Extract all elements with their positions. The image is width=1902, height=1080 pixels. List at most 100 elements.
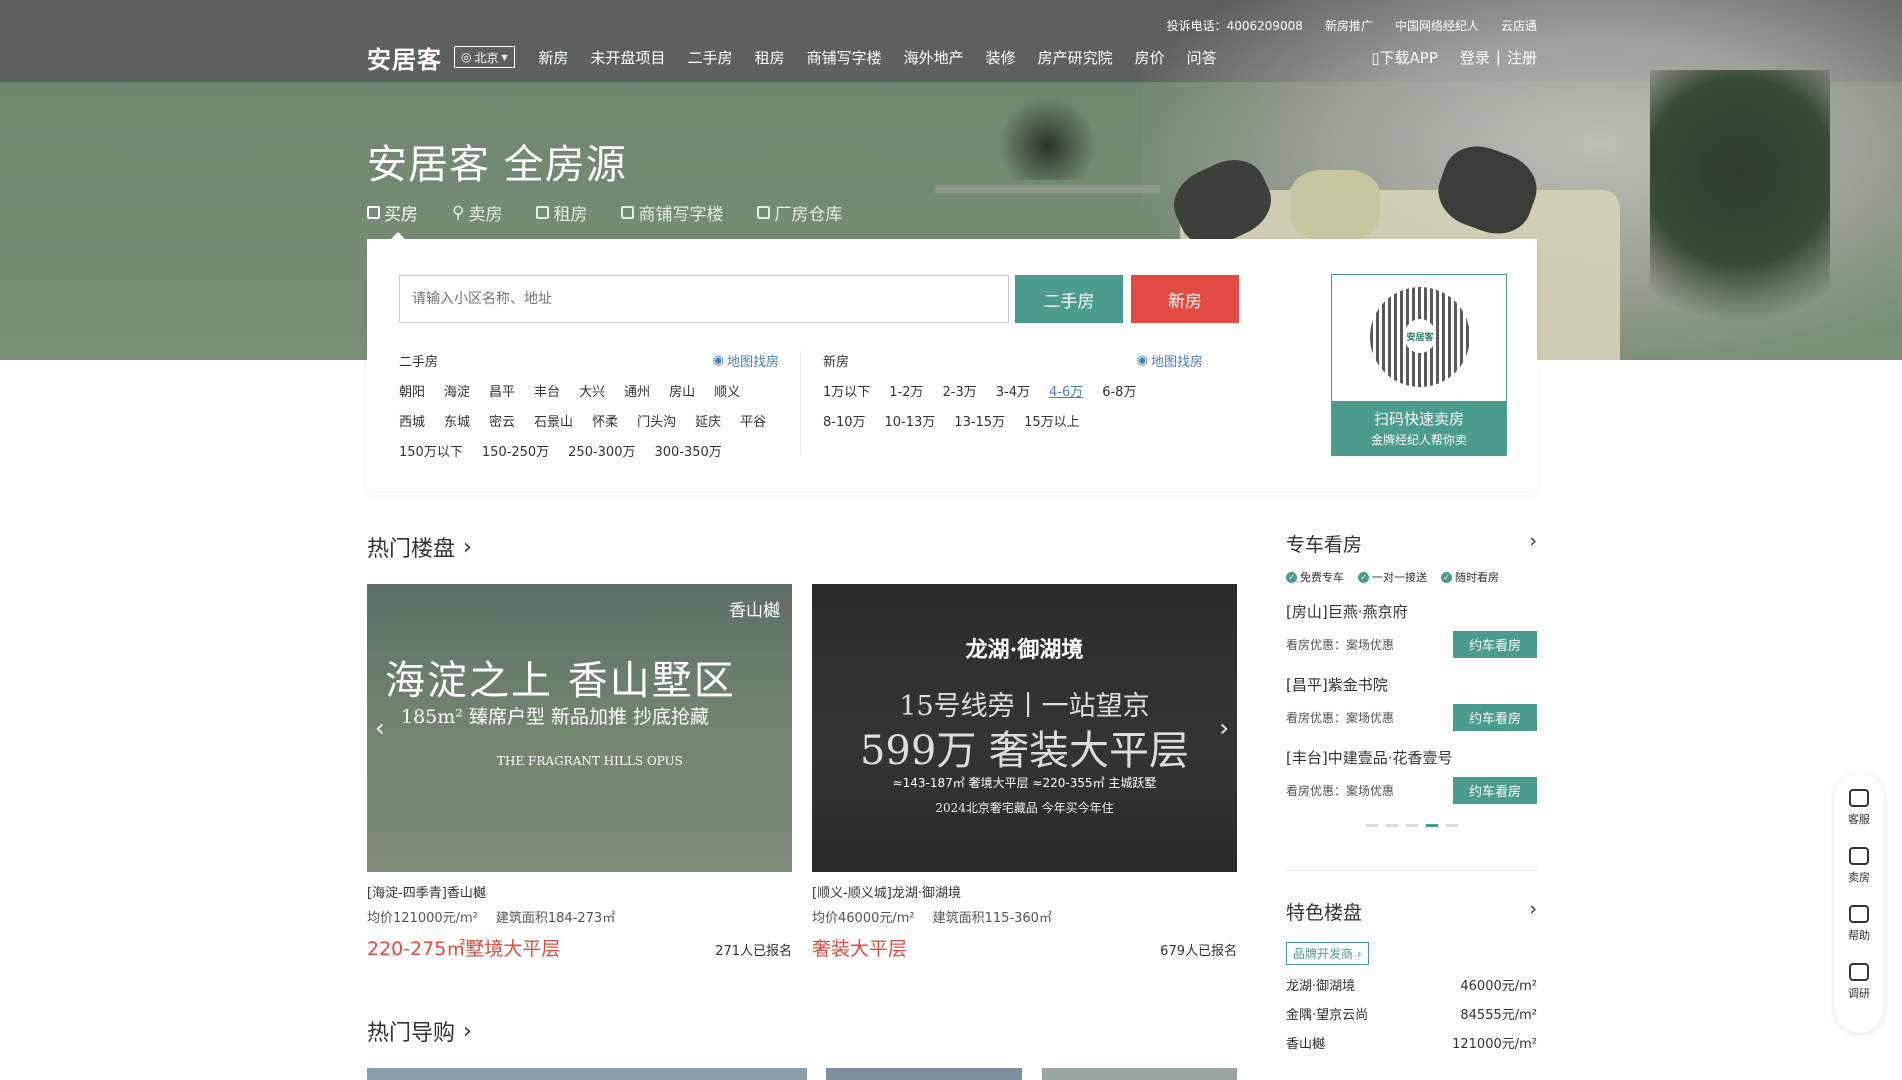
carousel-dot-active[interactable]	[1425, 824, 1438, 827]
register-link[interactable]: 注册	[1507, 47, 1537, 68]
nav-item-decoration[interactable]: 装修	[986, 47, 1016, 68]
nav-item-commercial[interactable]: 商铺写字楼	[807, 47, 882, 68]
unit-price-link[interactable]: 15万以上	[1024, 411, 1080, 430]
listing-image[interactable]: 香山樾 海淀之上 香山墅区 185m² 臻席户型 新品加推 抄底抢藏 THE F…	[367, 584, 792, 872]
guide-image[interactable]	[367, 1068, 807, 1080]
featured-price: 84555元/m²	[1460, 1008, 1537, 1023]
tab-sell[interactable]: ⚲ 卖房	[452, 200, 502, 226]
util-link-store[interactable]: 云店通	[1501, 17, 1537, 34]
side-item-survey[interactable]: 调研	[1848, 963, 1870, 1001]
unit-price-link[interactable]: 6-8万	[1102, 381, 1136, 400]
nav-item-resale[interactable]: 二手房	[688, 47, 733, 68]
book-car-button[interactable]: 约车看房	[1453, 704, 1537, 731]
tab-rent[interactable]: 租房	[536, 200, 587, 225]
carousel-prev-icon[interactable]: ‹	[375, 714, 385, 742]
carousel-dot[interactable]	[1365, 824, 1378, 827]
price-range-link[interactable]: 250-300万	[568, 441, 635, 460]
carousel-dot[interactable]	[1445, 824, 1458, 827]
unit-price-link[interactable]: 13-15万	[954, 411, 1005, 430]
listing-banner-specs: ≈143-187㎡ 奢境大平层 ≈220-355㎡ 主城跃墅	[892, 776, 1157, 790]
featured-item[interactable]: 龙湖·御湖境 46000元/m²	[1286, 975, 1537, 994]
nav-item-price[interactable]: 房价	[1135, 47, 1165, 68]
featured-item[interactable]: 香山樾 121000元/m²	[1286, 1033, 1537, 1052]
district-link[interactable]: 房山	[669, 381, 695, 400]
new-map-link[interactable]: ◉ 地图找房	[1137, 351, 1203, 370]
guide-image[interactable]	[1042, 1068, 1237, 1080]
logo[interactable]: 安居客	[367, 40, 442, 75]
headset-icon	[1849, 789, 1869, 807]
tab-factory[interactable]: 厂房仓库	[757, 200, 842, 225]
unit-price-link[interactable]: 4-6万	[1049, 381, 1083, 400]
car-viewing-project[interactable]: [房山]巨燕·燕京府	[1286, 601, 1537, 622]
unit-price-link[interactable]: 3-4万	[996, 381, 1030, 400]
district-link[interactable]: 昌平	[489, 381, 515, 400]
side-toolbar: 客服 卖房 帮助 调研	[1834, 773, 1884, 1033]
side-item-sell[interactable]: 卖房	[1848, 847, 1870, 885]
featured-item[interactable]: 金隅·望京云尚 84555元/m²	[1286, 1004, 1537, 1023]
search-resale-button[interactable]: 二手房	[1015, 275, 1123, 323]
shopping-guide-title[interactable]: 热门导购 ›	[367, 1015, 472, 1047]
price-range-link[interactable]: 300-350万	[654, 441, 721, 460]
unit-price-link[interactable]: 1-2万	[889, 381, 923, 400]
car-viewing-project[interactable]: [昌平]紫金书院	[1286, 674, 1537, 695]
resale-map-link[interactable]: ◉ 地图找房	[713, 351, 779, 370]
login-link[interactable]: 登录	[1460, 47, 1490, 68]
price-range-link[interactable]: 150万以下	[399, 441, 463, 460]
district-link[interactable]: 丰台	[534, 381, 560, 400]
unit-price-link[interactable]: 10-13万	[885, 411, 936, 430]
listing-banner-english: THE FRAGRANT HILLS OPUS	[497, 754, 683, 768]
district-link[interactable]: 海淀	[444, 381, 470, 400]
car-viewing-project[interactable]: [丰台]中建壹品·花香壹号	[1286, 747, 1537, 768]
unit-price-link[interactable]: 2-3万	[943, 381, 977, 400]
unit-price-link[interactable]: 8-10万	[823, 411, 866, 430]
listing-image[interactable]: 龙湖·御湖境 15号线旁丨一站望京 599万 奢装大平层 ≈143-187㎡ 奢…	[812, 584, 1237, 872]
district-link[interactable]: 顺义	[714, 381, 740, 400]
city-selector[interactable]: ◎ 北京 ▾	[454, 46, 515, 68]
city-label: 北京	[474, 50, 499, 65]
carousel-dot[interactable]	[1405, 824, 1418, 827]
util-link-promo[interactable]: 新房推广	[1325, 17, 1373, 34]
download-app-link[interactable]: ▯下载APP	[1371, 47, 1438, 68]
nav-item-overseas[interactable]: 海外地产	[904, 47, 964, 68]
district-link[interactable]: 朝阳	[399, 381, 425, 400]
nav-item-research[interactable]: 房产研究院	[1038, 47, 1113, 68]
district-link[interactable]: 大兴	[579, 381, 605, 400]
side-item-service[interactable]: 客服	[1848, 789, 1870, 827]
shop-icon	[621, 206, 635, 219]
unit-price-link[interactable]: 1万以下	[823, 381, 870, 400]
nav-item-qa[interactable]: 问答	[1187, 47, 1217, 68]
hot-listings-title[interactable]: 热门楼盘 ›	[367, 531, 472, 563]
listing-card[interactable]: 香山樾 海淀之上 香山墅区 185m² 臻席户型 新品加推 抄底抢藏 THE F…	[367, 584, 792, 961]
util-link-agent[interactable]: 中国网络经纪人	[1395, 17, 1479, 34]
carousel-next-icon[interactable]: ›	[1219, 714, 1229, 742]
complaint-phone: 投诉电话：4006209008	[1166, 19, 1303, 33]
chevron-right-icon[interactable]: ›	[1529, 530, 1537, 557]
district-link[interactable]: 延庆	[695, 411, 721, 430]
nav-item-rent[interactable]: 租房	[755, 47, 785, 68]
book-car-button[interactable]: 约车看房	[1453, 777, 1537, 804]
search-new-button[interactable]: 新房	[1131, 275, 1239, 323]
district-link[interactable]: 西城	[399, 411, 425, 430]
district-link[interactable]: 石景山	[534, 411, 573, 430]
district-link[interactable]: 平谷	[740, 411, 766, 430]
tab-commercial[interactable]: 商铺写字楼	[621, 200, 723, 225]
listing-card[interactable]: 龙湖·御湖境 15号线旁丨一站望京 599万 奢装大平层 ≈143-187㎡ 奢…	[812, 584, 1237, 961]
search-input[interactable]	[399, 275, 1009, 323]
district-link[interactable]: 门头沟	[637, 411, 676, 430]
nav-item-unopened[interactable]: 未开盘项目	[591, 47, 666, 68]
guide-image[interactable]	[826, 1068, 1022, 1080]
nav-item-new[interactable]: 新房	[539, 47, 569, 68]
side-item-help[interactable]: 帮助	[1848, 905, 1870, 943]
district-link[interactable]: 密云	[489, 411, 515, 430]
price-range-link[interactable]: 150-250万	[482, 441, 549, 460]
chevron-right-icon[interactable]: ›	[1529, 898, 1537, 925]
sell-qr-card[interactable]: 安居客 扫码快速卖房 金牌经纪人帮你卖	[1331, 274, 1507, 456]
book-car-button[interactable]: 约车看房	[1453, 631, 1537, 658]
carousel-dot[interactable]	[1385, 824, 1398, 827]
district-link[interactable]: 东城	[444, 411, 470, 430]
tab-buy[interactable]: 买房	[367, 200, 418, 239]
district-link[interactable]: 怀柔	[592, 411, 618, 430]
brand-developer-tag[interactable]: 品牌开发商 ›	[1286, 942, 1369, 965]
check-icon: ✓	[1441, 571, 1452, 583]
district-link[interactable]: 通州	[624, 381, 650, 400]
